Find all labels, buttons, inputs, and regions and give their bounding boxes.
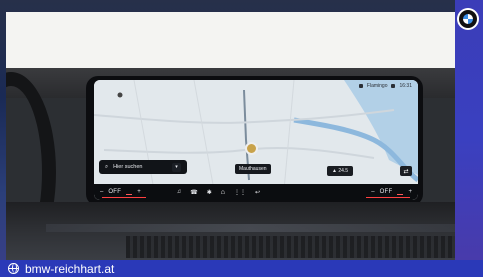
bmw-roundel-icon <box>457 8 479 30</box>
navigation-map <box>94 80 418 200</box>
phone-icon[interactable]: ☎ <box>190 189 197 196</box>
climate-right-minus[interactable]: – <box>371 189 374 195</box>
bmw-roundel-ring <box>459 10 477 28</box>
quick-icons: ♫ ☎ ✱ ⌂ ⋮⋮ ↩ <box>177 189 260 196</box>
air-vent <box>126 236 455 258</box>
clock-time: 16:31 <box>399 83 412 89</box>
climate-left-state[interactable]: OFF <box>108 189 121 195</box>
caption-bar: bmw-reichhart.at <box>0 260 483 277</box>
climate-right-indicator <box>366 197 410 198</box>
home-icon[interactable]: ⌂ <box>221 189 225 196</box>
climate-left-minus[interactable]: – <box>100 189 103 195</box>
brand-side-band <box>455 0 483 277</box>
chevron-down-icon[interactable]: ▾ <box>172 162 181 172</box>
screenshot-frame: Flamingo 16:31 ⌕ Hier suchen ▾ Mauthause… <box>0 0 483 277</box>
seat-heat-icon[interactable] <box>126 190 133 195</box>
dashboard-trim <box>46 224 455 232</box>
route-button[interactable]: ⇄ <box>400 166 412 176</box>
apps-icon[interactable]: ⋮⋮ <box>234 189 246 196</box>
status-bar: Flamingo 16:31 <box>358 83 412 89</box>
music-icon[interactable]: ♫ <box>177 189 182 195</box>
map-search-field[interactable]: ⌕ Hier suchen ▾ <box>99 160 187 174</box>
radio-station: Flamingo <box>366 83 388 89</box>
back-icon[interactable]: ↩ <box>255 189 260 196</box>
signal-icon <box>391 84 396 88</box>
radio-icon <box>358 84 363 88</box>
search-placeholder: Hier suchen <box>113 164 143 170</box>
temperature-value: 24.5 <box>338 168 349 174</box>
climate-left-indicator <box>102 197 146 198</box>
climate-right-state[interactable]: OFF <box>380 189 393 195</box>
globe-icon <box>8 263 19 274</box>
climate-right-plus[interactable]: + <box>408 189 412 195</box>
climate-right: – OFF + <box>365 189 418 195</box>
search-icon: ⌕ <box>105 163 109 170</box>
climate-bar: – OFF + ♫ ☎ ✱ ⌂ ⋮⋮ ↩ – OFF + <box>94 184 418 200</box>
bmw-roundel-quadrants <box>463 14 473 24</box>
site-url[interactable]: bmw-reichhart.at <box>25 262 114 276</box>
seat-heat-icon[interactable] <box>397 190 404 195</box>
fan-icon[interactable]: ✱ <box>207 189 212 196</box>
navigation-display: Flamingo 16:31 ⌕ Hier suchen ▾ Mauthause… <box>94 80 418 200</box>
location-label: Mauthausen <box>235 164 271 174</box>
climate-left: – OFF + <box>94 189 147 195</box>
car-interior-photo: Flamingo 16:31 ⌕ Hier suchen ▾ Mauthause… <box>6 12 455 260</box>
route-icon: ⇄ <box>403 168 409 175</box>
background-wall <box>6 12 455 68</box>
climate-left-plus[interactable]: + <box>137 189 141 195</box>
vehicle-position-icon <box>245 142 258 155</box>
outside-temperature: ▲ 24.5 <box>327 166 354 176</box>
